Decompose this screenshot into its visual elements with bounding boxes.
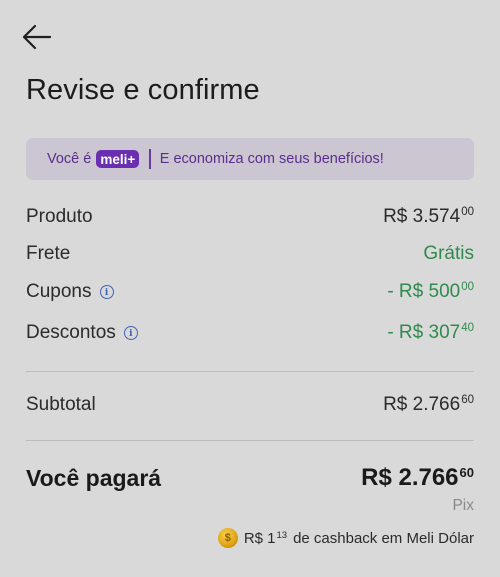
- descontos-cents: 40: [461, 322, 474, 334]
- row-produto: Produto R$ 3.574 00: [26, 206, 474, 228]
- banner-text: E economiza com seus benefícios!: [159, 151, 384, 167]
- coin-icon: $: [217, 528, 238, 548]
- divider: [26, 371, 474, 372]
- frete-value: Grátis: [423, 243, 474, 264]
- divider: [26, 440, 474, 441]
- total-amount: R$ 2.766: [361, 464, 459, 491]
- subtotal-amount: R$ 2.766: [383, 394, 461, 415]
- subtotal-label: Subtotal: [26, 394, 96, 415]
- row-cupons: Cupons i - R$ 500 00: [26, 281, 474, 303]
- banner-divider: [149, 149, 151, 169]
- total-row: Você pagará R$ 2.766 60: [26, 464, 474, 492]
- frete-label: Frete: [26, 243, 71, 264]
- meli-plus-badge: meli+: [96, 150, 140, 168]
- descontos-label: Descontos: [26, 322, 116, 343]
- total-label: Você pagará: [26, 464, 162, 491]
- cupons-info-icon[interactable]: i: [99, 285, 114, 299]
- produto-amount: R$ 3.574: [383, 206, 461, 227]
- cashback-amount: R$ 1: [243, 529, 276, 547]
- total-cents: 60: [459, 465, 474, 480]
- cashback-info: $ R$ 1 13 de cashback em Meli Dólar: [217, 528, 474, 548]
- descontos-price: - R$ 307 40: [387, 322, 474, 344]
- cupons-price: - R$ 500 00: [387, 281, 474, 303]
- row-frete: Frete Grátis: [26, 243, 474, 265]
- descontos-info-icon[interactable]: i: [123, 326, 138, 340]
- cupons-label: Cupons: [26, 281, 92, 302]
- cashback-price: R$ 1 13: [244, 530, 287, 547]
- produto-label: Produto: [26, 206, 93, 227]
- produto-cents: 00: [461, 206, 474, 218]
- cupons-amount: - R$ 500: [387, 281, 461, 302]
- banner-prefix: Você é: [47, 151, 92, 167]
- meli-plus-banner: Você é meli+ E economiza com seus benefí…: [26, 138, 474, 180]
- produto-price: R$ 3.574 00: [383, 206, 474, 228]
- subtotal-price: R$ 2.766 60: [383, 394, 474, 416]
- cashback-text: de cashback em Meli Dólar: [293, 529, 474, 547]
- cupons-cents: 00: [461, 281, 474, 293]
- row-subtotal: Subtotal R$ 2.766 60: [26, 394, 474, 416]
- descontos-amount: - R$ 307: [387, 322, 461, 343]
- cashback-cents: 13: [276, 529, 288, 541]
- back-arrow-icon[interactable]: [20, 22, 54, 52]
- row-descontos: Descontos i - R$ 307 40: [26, 322, 474, 344]
- payment-method: Pix: [452, 497, 474, 514]
- total-price: R$ 2.766 60: [361, 464, 474, 492]
- page-title: Revise e confirme: [26, 74, 260, 106]
- subtotal-cents: 60: [461, 394, 474, 406]
